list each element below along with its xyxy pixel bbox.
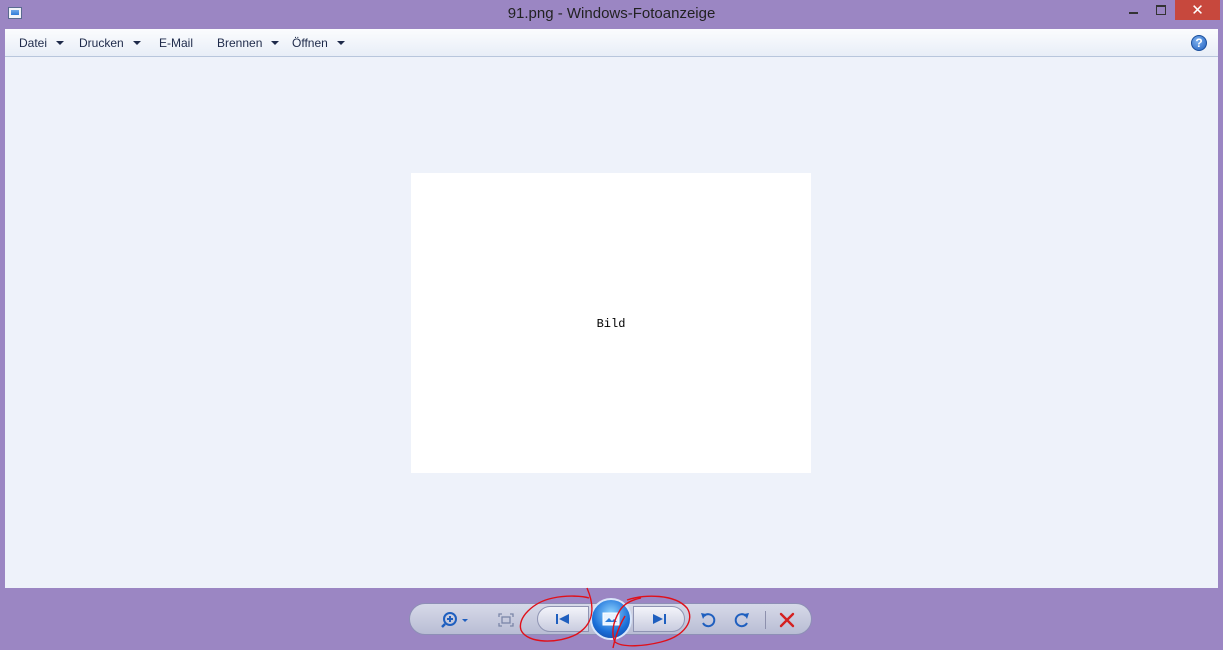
menu-drucken[interactable]: Drucken xyxy=(79,29,141,57)
delete-icon xyxy=(779,612,795,628)
minimize-button[interactable] xyxy=(1120,0,1146,20)
maximize-icon xyxy=(1156,5,1166,15)
previous-button[interactable] xyxy=(537,606,589,632)
toolbar-separator xyxy=(765,611,766,629)
menu-oeffnen-label: Öffnen xyxy=(292,36,328,50)
menu-drucken-label: Drucken xyxy=(79,36,124,50)
zoom-button[interactable] xyxy=(441,611,471,629)
close-button[interactable]: ✕ xyxy=(1175,0,1220,20)
title-bar: 91.png - Windows-Fotoanzeige ✕ xyxy=(0,0,1223,29)
fit-to-window-button[interactable] xyxy=(496,611,516,629)
slideshow-button[interactable] xyxy=(590,598,632,640)
menu-oeffnen[interactable]: Öffnen xyxy=(292,29,345,57)
displayed-image: Bild xyxy=(411,173,811,473)
delete-button[interactable] xyxy=(776,609,798,631)
help-icon[interactable]: ? xyxy=(1191,35,1207,51)
menu-email[interactable]: E-Mail xyxy=(159,29,193,57)
rotate-right-icon xyxy=(734,613,749,628)
image-viewer-area: Bild xyxy=(5,57,1218,588)
rotate-left-icon xyxy=(701,613,716,628)
menu-bar: Datei Drucken E-Mail Brennen Öffnen ? xyxy=(5,29,1218,57)
chevron-down-icon xyxy=(271,41,280,45)
next-button[interactable] xyxy=(633,606,685,632)
fit-to-window-icon xyxy=(498,613,514,627)
menu-email-label: E-Mail xyxy=(159,36,194,50)
chevron-down-icon xyxy=(132,41,141,45)
close-icon: ✕ xyxy=(1191,2,1204,19)
zoom-icon xyxy=(441,612,468,628)
menu-datei[interactable]: Datei xyxy=(19,29,65,57)
previous-icon xyxy=(556,614,569,624)
minimize-icon xyxy=(1128,12,1138,14)
window-title: 91.png - Windows-Fotoanzeige xyxy=(507,5,716,22)
chevron-down-icon xyxy=(56,41,65,45)
rotate-left-button[interactable] xyxy=(697,609,719,631)
image-caption: Bild xyxy=(596,317,626,331)
maximize-button[interactable] xyxy=(1148,0,1174,20)
next-icon xyxy=(653,614,666,624)
chevron-down-icon xyxy=(336,41,345,45)
slideshow-icon xyxy=(602,612,620,626)
menu-datei-label: Datei xyxy=(19,36,48,50)
rotate-right-button[interactable] xyxy=(731,609,753,631)
menu-brennen[interactable]: Brennen xyxy=(217,29,280,57)
menu-brennen-label: Brennen xyxy=(217,36,263,50)
